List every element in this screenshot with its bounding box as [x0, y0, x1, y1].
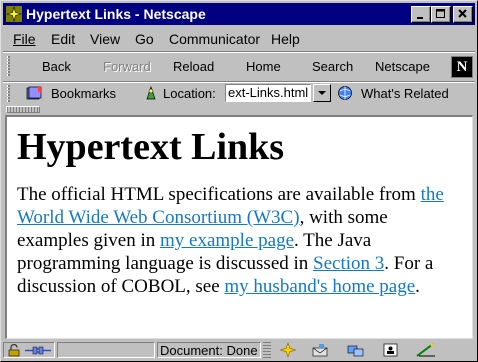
menu-bar: File Edit View Go Communicator Help: [3, 28, 475, 50]
menu-communicator[interactable]: Communicator: [169, 31, 260, 47]
whats-related-button[interactable]: What's Related: [361, 86, 449, 101]
back-button[interactable]: Back: [42, 59, 71, 74]
window-title: Hypertext Links - Netscape: [26, 6, 206, 22]
menu-view[interactable]: View: [90, 31, 120, 47]
url-dropdown-button[interactable]: [313, 84, 331, 102]
forward-button[interactable]: Forward: [103, 59, 151, 74]
netscape-button[interactable]: Netscape: [375, 59, 430, 74]
close-icon: [458, 9, 467, 18]
menu-help[interactable]: Help: [271, 31, 300, 47]
page-heading: Hypertext Links: [17, 126, 285, 168]
paragraph-text: The official HTML specifications are ava…: [17, 184, 421, 205]
menu-file-label: File: [13, 31, 36, 47]
menu-view-label: View: [90, 31, 121, 47]
reload-button[interactable]: Reload: [173, 59, 214, 74]
home-button[interactable]: Home: [246, 59, 281, 74]
menu-go-label: Go: [135, 31, 154, 47]
menu-go[interactable]: Go: [135, 31, 154, 47]
menu-edit-label: Edit: [51, 31, 76, 47]
collapsed-toolbar-tab[interactable]: [6, 106, 40, 113]
link-section-3[interactable]: Section 3: [313, 253, 384, 274]
close-button[interactable]: [453, 6, 473, 23]
security-area: [3, 342, 55, 358]
whats-related-icon: [338, 86, 352, 100]
menu-communicator-label: Communicator: [169, 31, 261, 47]
search-button[interactable]: Search: [312, 59, 353, 74]
location-label: Location:: [163, 86, 216, 101]
address-book-component-icon[interactable]: [381, 342, 401, 358]
toolbar-grip[interactable]: [7, 56, 12, 77]
progress-area: [57, 342, 155, 358]
maximize-icon: [436, 9, 445, 18]
url-field[interactable]: ext-Links.html: [225, 84, 311, 102]
location-toolbar: Bookmarks Location: ext-Links.html What'…: [3, 83, 475, 105]
lock-icon[interactable]: [7, 344, 21, 357]
netscape-logo-icon: N: [451, 56, 473, 78]
status-bar: Document: Done: [3, 341, 475, 359]
status-text-area: Document: Done: [157, 342, 261, 358]
paragraph-text: .: [415, 276, 420, 297]
navigator-component-icon[interactable]: [279, 342, 297, 358]
connection-plug-icon: [25, 346, 51, 355]
component-grip[interactable]: [263, 342, 271, 358]
browser-window: Hypertext Links - Netscape File Edit Vie…: [0, 0, 478, 362]
navigation-toolbar: Back Forward Reload Home Search Netscape…: [3, 53, 475, 81]
page-paragraph: The official HTML specifications are ava…: [17, 183, 464, 298]
title-bar[interactable]: Hypertext Links - Netscape: [3, 3, 475, 25]
menu-edit[interactable]: Edit: [51, 31, 75, 47]
link-husband-home-page[interactable]: my husband's home page: [224, 276, 415, 297]
menu-help-label: Help: [271, 31, 300, 47]
mail-component-icon[interactable]: [311, 342, 331, 358]
collapsed-toolbar: [3, 105, 475, 115]
page-proxy-icon[interactable]: [142, 85, 160, 101]
menu-file[interactable]: File: [13, 31, 36, 47]
link-example-page[interactable]: my example page: [160, 230, 294, 251]
toolbar-grip[interactable]: [7, 85, 12, 103]
page-content: Hypertext Links The official HTML specif…: [5, 115, 473, 339]
minimize-icon: [417, 17, 423, 19]
bookmarks-icon: [26, 86, 42, 100]
newsgroups-component-icon[interactable]: [346, 342, 366, 358]
composer-component-icon[interactable]: [415, 342, 437, 358]
netscape-app-icon: [6, 6, 22, 22]
bookmarks-button[interactable]: Bookmarks: [51, 86, 116, 101]
status-text: Document: Done: [160, 343, 258, 358]
maximize-button[interactable]: [431, 6, 451, 23]
minimize-button[interactable]: [411, 6, 431, 23]
